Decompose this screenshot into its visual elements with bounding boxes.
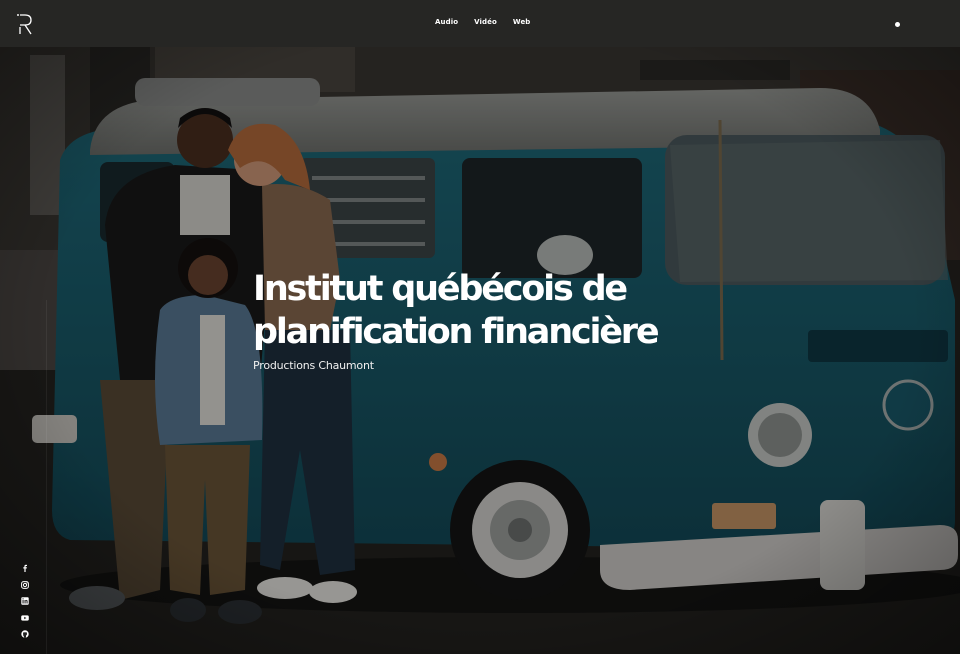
github-icon[interactable] xyxy=(19,628,31,640)
hero-subtitle: Productions Chaumont xyxy=(253,359,374,372)
top-navigation-bar: Audio Vidéo Web xyxy=(0,0,960,47)
facebook-icon[interactable] xyxy=(19,562,31,574)
nav-link-video[interactable]: Vidéo xyxy=(474,18,497,26)
hero-title-block: Institut québécois de planification fina… xyxy=(253,268,683,372)
youtube-icon[interactable] xyxy=(19,612,31,624)
social-links xyxy=(19,562,31,645)
hero-title: Institut québécois de planification fina… xyxy=(253,269,660,352)
instagram-icon[interactable] xyxy=(19,579,31,591)
linkedin-icon[interactable] xyxy=(19,595,31,607)
dot-menu-icon[interactable] xyxy=(895,22,900,27)
r-monogram-logo-icon[interactable] xyxy=(16,13,34,35)
nav-link-audio[interactable]: Audio xyxy=(435,18,458,26)
main-nav: Audio Vidéo Web xyxy=(435,18,530,26)
decorative-vertical-line xyxy=(46,300,47,654)
nav-link-web[interactable]: Web xyxy=(513,18,531,26)
